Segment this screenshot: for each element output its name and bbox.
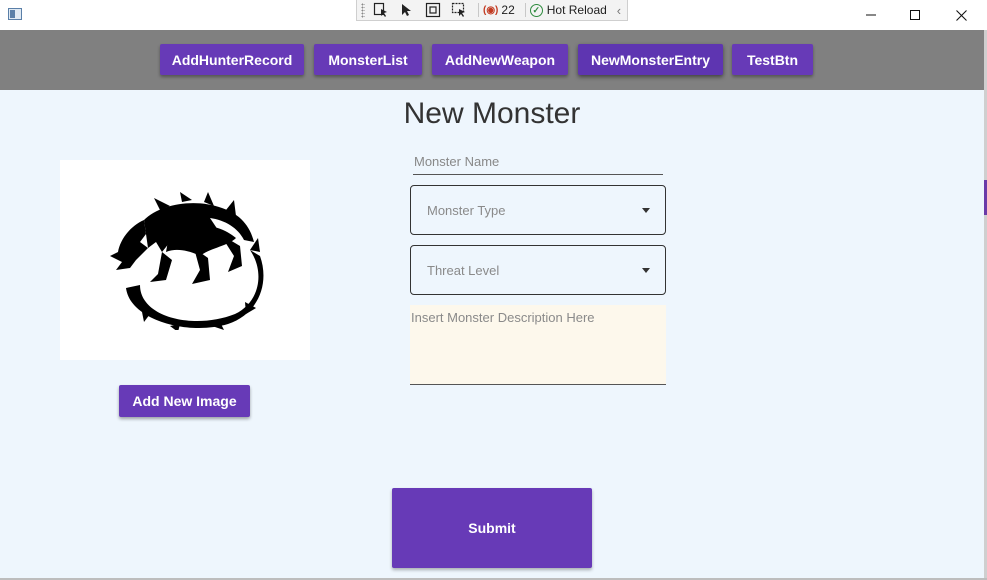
maximize-button[interactable] bbox=[892, 0, 938, 30]
monster-description-placeholder: Insert Monster Description Here bbox=[411, 310, 595, 325]
monster-name-placeholder: Monster Name bbox=[414, 154, 500, 169]
minimize-button[interactable] bbox=[848, 0, 894, 30]
hot-reload-label: Hot Reload bbox=[546, 3, 607, 17]
xaml-debug-toolbar: (◉) 22 ✓ Hot Reload ‹ bbox=[356, 0, 628, 21]
nav-button-add-new-weapon[interactable]: AddNewWeapon bbox=[432, 44, 568, 75]
chevron-down-icon bbox=[642, 208, 650, 213]
hot-reload-button[interactable]: ✓ Hot Reload bbox=[529, 3, 607, 17]
close-button[interactable] bbox=[938, 0, 984, 30]
track-focused-element-icon[interactable] bbox=[448, 1, 470, 19]
threat-level-select[interactable]: Threat Level bbox=[410, 245, 666, 295]
toolbar-separator bbox=[524, 3, 526, 17]
page-title: New Monster bbox=[403, 97, 581, 130]
binding-failures-indicator[interactable]: (◉) 22 bbox=[483, 3, 515, 17]
window-title-bar: (◉) 22 ✓ Hot Reload ‹ bbox=[0, 0, 987, 30]
pointer-icon[interactable] bbox=[396, 1, 418, 19]
monster-image-preview bbox=[60, 160, 310, 360]
binding-failures-count: 22 bbox=[501, 3, 515, 17]
nav-button-test-btn[interactable]: TestBtn bbox=[732, 44, 813, 75]
select-element-icon[interactable] bbox=[370, 1, 392, 19]
nav-button-new-monster-entry[interactable]: NewMonsterEntry bbox=[578, 44, 723, 75]
monster-type-placeholder: Monster Type bbox=[427, 203, 506, 218]
threat-level-placeholder: Threat Level bbox=[427, 263, 500, 278]
maximize-icon bbox=[910, 10, 920, 20]
new-monster-page: New Monster Add New Image Monster Name M… bbox=[0, 90, 984, 578]
nav-button-monster-list[interactable]: MonsterList bbox=[314, 44, 422, 75]
monster-silhouette-icon bbox=[110, 192, 264, 330]
app-window-icon bbox=[8, 8, 22, 20]
minimize-icon bbox=[866, 14, 876, 16]
close-icon bbox=[955, 9, 967, 21]
monster-type-select[interactable]: Monster Type bbox=[410, 185, 666, 235]
add-new-image-button[interactable]: Add New Image bbox=[119, 385, 250, 417]
toolbar-grip-icon[interactable] bbox=[361, 2, 365, 18]
check-circle-icon: ✓ bbox=[529, 3, 543, 17]
monster-name-input[interactable]: Monster Name bbox=[413, 148, 663, 175]
chevron-left-icon[interactable]: ‹ bbox=[617, 3, 621, 18]
toolbar-separator bbox=[478, 3, 479, 17]
nav-button-add-hunter-record[interactable]: AddHunterRecord bbox=[160, 44, 304, 75]
submit-button[interactable]: Submit bbox=[392, 488, 592, 568]
monster-description-textarea[interactable]: Insert Monster Description Here bbox=[410, 305, 666, 385]
nav-bar: AddHunterRecord MonsterList AddNewWeapon… bbox=[0, 30, 984, 90]
display-layout-adorners-icon[interactable] bbox=[422, 1, 444, 19]
binding-failure-icon: (◉) bbox=[483, 4, 499, 16]
chevron-down-icon bbox=[642, 268, 650, 273]
